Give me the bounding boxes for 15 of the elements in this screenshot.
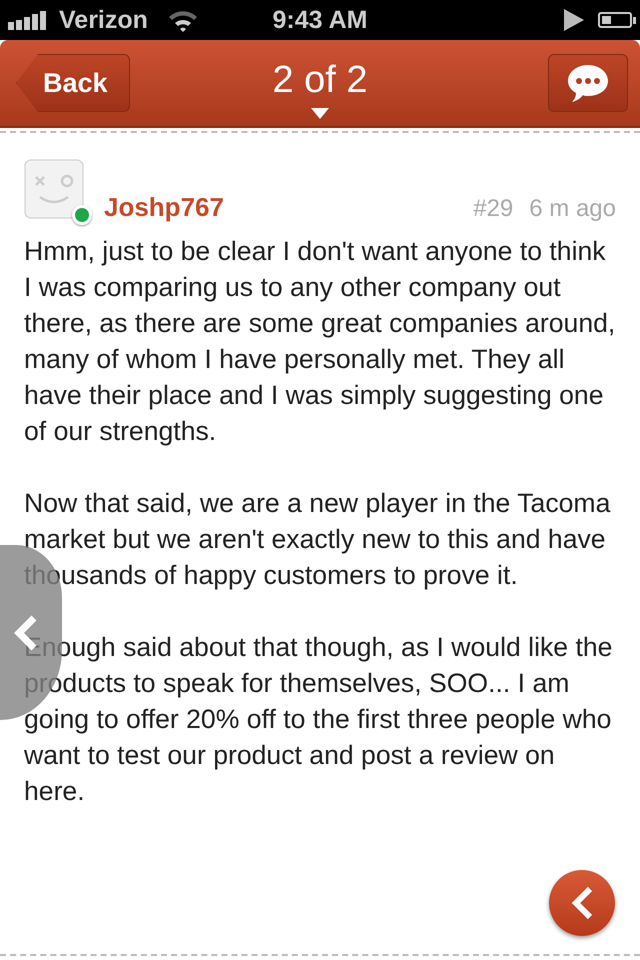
- post-paragraph: Hmm, just to be clear I don't want anyone to think I was comparing us to any other company out there, as there are some great companies around, many of whom I have personally met. They all have their place and I was simply suggesting one of our strengths.: [24, 235, 616, 448]
- post-number: #29: [473, 195, 514, 223]
- back-round-button[interactable]: [549, 870, 615, 936]
- speech-bubble-icon: [566, 63, 610, 103]
- post-time: 6 m ago: [529, 195, 616, 223]
- back-button[interactable]: Back: [16, 54, 130, 112]
- carrier-name: Verizon: [59, 6, 148, 34]
- chevron-left-icon: [570, 886, 594, 920]
- clock-time: 9:43 AM: [272, 6, 368, 34]
- dropdown-icon[interactable]: [311, 108, 329, 119]
- play-icon: [564, 9, 584, 31]
- author-name[interactable]: Joshp767: [104, 192, 224, 223]
- avatar-icon: [24, 159, 84, 219]
- reply-button[interactable]: [548, 54, 628, 112]
- page-title: 2 of 2: [272, 58, 368, 102]
